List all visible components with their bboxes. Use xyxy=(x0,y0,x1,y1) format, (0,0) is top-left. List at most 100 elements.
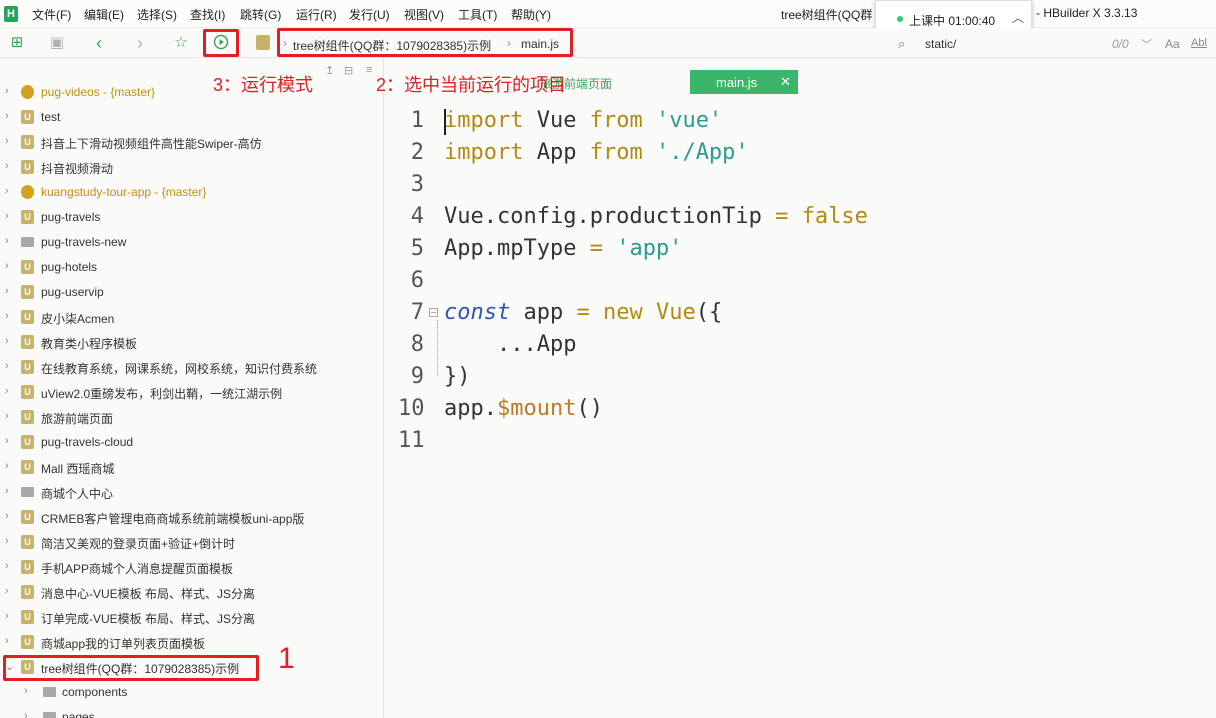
new-file-icon[interactable]: ⊞ xyxy=(8,34,26,52)
menu-bar: H 文件(F) 编辑(E) 选择(S) 查找(I) 跳转(G) 运行(R) 发行… xyxy=(0,0,1216,28)
chevron-right-icon[interactable]: › xyxy=(5,610,9,622)
chevron-right-icon[interactable]: › xyxy=(5,385,9,397)
chevron-right-icon[interactable]: › xyxy=(5,360,9,372)
code-line: 8 ...App xyxy=(398,329,1198,361)
menu-tools[interactable]: 工具(T) xyxy=(458,6,497,23)
explorer-item[interactable]: › U 抖音上下滑动视频组件高性能Swiper-高仿 xyxy=(0,130,383,155)
menu-goto[interactable]: 跳转(G) xyxy=(240,6,281,23)
hbuilder-logo-icon: H xyxy=(4,6,18,22)
chevron-right-icon[interactable]: › xyxy=(5,560,9,572)
chevron-right-icon[interactable]: › xyxy=(5,85,9,97)
chevron-right-icon[interactable]: › xyxy=(5,310,9,322)
uni-project-icon: U xyxy=(21,460,34,474)
chevron-right-icon[interactable]: › xyxy=(5,460,9,472)
explorer-item[interactable]: › kuangstudy-tour-app - {master} xyxy=(0,180,383,205)
line-number: 1 xyxy=(410,108,424,133)
status-dot-icon xyxy=(897,16,903,22)
explorer-item[interactable]: › Upug-uservip xyxy=(0,280,383,305)
menu-publish[interactable]: 发行(U) xyxy=(349,6,390,23)
explorer-menu-icon[interactable]: ≡ xyxy=(366,64,372,76)
explorer-item[interactable]: › Upug-travels xyxy=(0,205,383,230)
explorer-item[interactable]: › pages xyxy=(0,705,383,718)
tab-main-js-label: main.js xyxy=(716,75,758,90)
line-number: 10 xyxy=(398,396,425,421)
explorer-item[interactable]: › pug-travels-new xyxy=(0,230,383,255)
uni-project-icon: U xyxy=(21,560,34,574)
new-item-icon[interactable]: ⊟ xyxy=(344,64,353,77)
breadcrumb-project[interactable]: tree树组件(QQ群：1079028385)示例 xyxy=(293,37,491,54)
match-case-button[interactable]: Aa xyxy=(1165,37,1180,51)
explorer-item[interactable]: › U 手机APP商城个人消息提醒页面模板 xyxy=(0,555,383,580)
explorer-item[interactable]: › Utest xyxy=(0,105,383,130)
chevron-right-icon[interactable]: › xyxy=(24,685,28,697)
star-icon[interactable]: ☆ xyxy=(172,34,190,52)
chevron-right-icon[interactable]: › xyxy=(5,435,9,447)
chevron-right-icon[interactable]: › xyxy=(5,260,9,272)
chevron-down-icon[interactable]: ﹀ xyxy=(1141,36,1152,52)
explorer-item[interactable]: › U 教育类小程序模板 xyxy=(0,330,383,355)
explorer-item[interactable]: › Upug-travels-cloud xyxy=(0,430,383,455)
chevron-right-icon[interactable]: › xyxy=(5,110,9,122)
explorer-item-label: pug-travels xyxy=(41,210,101,224)
explorer-item[interactable]: › U 订单完成-VUE模板 布局、样式、JS分离 xyxy=(0,605,383,630)
explorer-item[interactable]: › U 商城app我的订单列表页面模板 xyxy=(0,630,383,655)
uni-project-icon: U xyxy=(21,610,34,624)
chevron-right-icon[interactable]: › xyxy=(5,210,9,222)
chevron-right-icon[interactable]: › xyxy=(5,485,9,497)
explorer-item[interactable]: › Upug-hotels xyxy=(0,255,383,280)
collapse-all-icon[interactable]: ↥ xyxy=(325,64,334,77)
chevron-right-icon[interactable]: › xyxy=(5,160,9,172)
chevron-right-icon[interactable]: › xyxy=(5,635,9,647)
line-number: 3 xyxy=(410,172,424,197)
chevron-right-icon[interactable]: › xyxy=(5,410,9,422)
menu-find[interactable]: 查找(I) xyxy=(190,6,225,23)
explorer-item[interactable]: › U 皮小柒Acmen xyxy=(0,305,383,330)
fold-icon[interactable]: − xyxy=(429,308,438,317)
line-number: 5 xyxy=(410,236,424,261)
menu-view[interactable]: 视图(V) xyxy=(404,6,444,23)
breadcrumb-file[interactable]: main.js xyxy=(521,37,559,51)
chevron-right-icon[interactable]: › xyxy=(5,185,9,197)
match-word-button[interactable]: Abl xyxy=(1191,37,1207,49)
explorer-item[interactable]: › pug-videos - {master} xyxy=(0,80,383,105)
line-number: 9 xyxy=(410,364,424,389)
code-text: ...App xyxy=(444,332,577,357)
chevron-right-icon[interactable]: › xyxy=(24,710,28,718)
search-input[interactable]: static/ xyxy=(925,37,956,51)
chevron-right-icon[interactable]: › xyxy=(5,535,9,547)
chevron-right-icon[interactable]: › xyxy=(5,235,9,247)
menu-run[interactable]: 运行(R) xyxy=(296,6,337,23)
chevron-right-icon[interactable]: › xyxy=(5,135,9,147)
explorer-item[interactable]: › U Mall 西瑶商城 xyxy=(0,455,383,480)
explorer-item[interactable]: › U 消息中心-VUE模板 布局、样式、JS分离 xyxy=(0,580,383,605)
explorer-item-label: pug-uservip xyxy=(41,285,104,299)
chevron-right-icon[interactable]: › xyxy=(5,285,9,297)
explorer-item[interactable]: › 商城个人中心 xyxy=(0,480,383,505)
project-uni-icon xyxy=(256,35,270,50)
line-number: 8 xyxy=(410,332,424,357)
back-icon[interactable]: ‹ xyxy=(90,34,108,52)
explorer-item[interactable]: › components xyxy=(0,680,383,705)
explorer-item[interactable]: › UuView2.0重磅发布，利剑出鞘，一统江湖示例 xyxy=(0,380,383,405)
close-icon[interactable]: ✕ xyxy=(780,74,791,90)
chevron-right-icon[interactable]: › xyxy=(5,510,9,522)
explorer-item[interactable]: › U 抖音视频滑动 xyxy=(0,155,383,180)
save-icon[interactable]: ▣ xyxy=(48,34,66,52)
search-icon[interactable]: ⌕ xyxy=(898,36,905,52)
menu-select[interactable]: 选择(S) xyxy=(137,6,177,23)
forward-icon[interactable]: › xyxy=(131,34,149,52)
explorer-item[interactable]: › U 旅游前端页面 xyxy=(0,405,383,430)
tab-main-js[interactable]: main.js ✕ xyxy=(690,70,798,94)
explorer-item[interactable]: › U CRMEB客户管理电商商城系统前端模板uni-app版 xyxy=(0,505,383,530)
folder-icon xyxy=(43,712,56,718)
chevron-right-icon[interactable]: › xyxy=(5,585,9,597)
explorer-item[interactable]: › U 在线教育系统，网课系统，网校系统，知识付费系统 xyxy=(0,355,383,380)
menu-edit[interactable]: 编辑(E) xyxy=(84,6,124,23)
menu-file[interactable]: 文件(F) xyxy=(32,6,71,23)
chevron-right-icon[interactable]: › xyxy=(5,335,9,347)
menu-help[interactable]: 帮助(Y) xyxy=(511,6,551,23)
explorer-item-label: pug-travels-cloud xyxy=(41,435,134,449)
chevron-up-icon[interactable]: ︿ xyxy=(1012,9,1024,26)
code-line: 2 import App from './App' xyxy=(398,137,1198,169)
explorer-item[interactable]: › U 简洁又美观的登录页面+验证+倒计时 xyxy=(0,530,383,555)
